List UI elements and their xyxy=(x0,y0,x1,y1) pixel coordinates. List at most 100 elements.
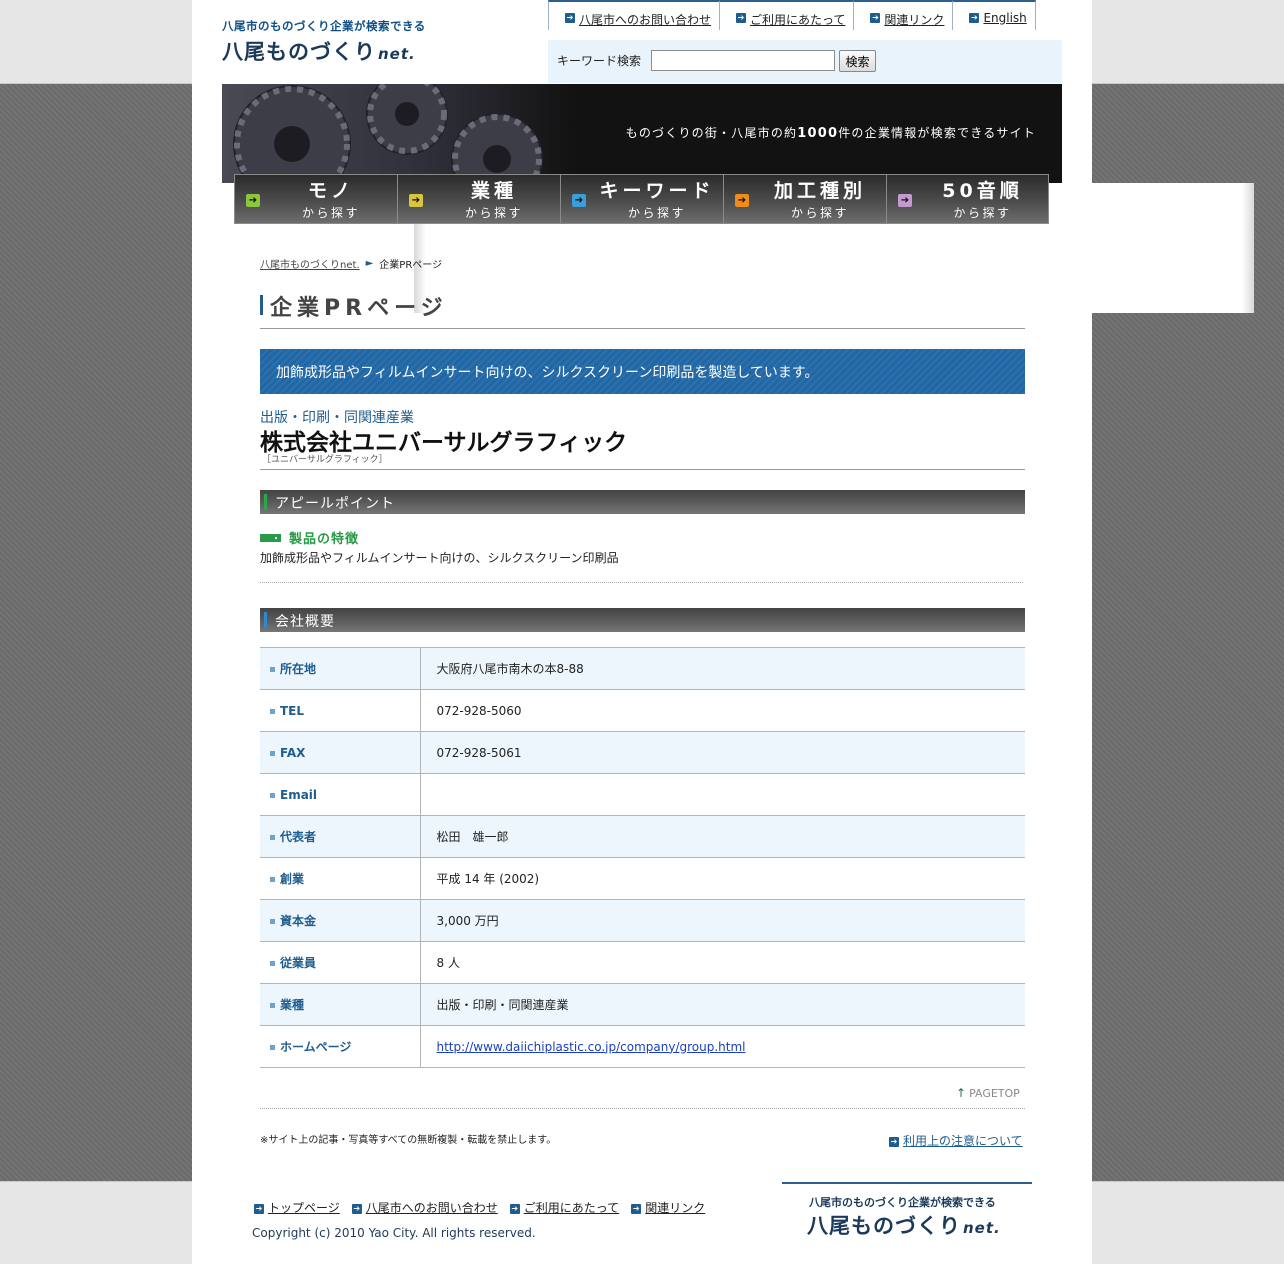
site-logo[interactable]: 八尾市のものづくり企業が検索できる 八尾ものづくり net. xyxy=(222,18,426,66)
row-label: ホームページ xyxy=(260,1025,421,1068)
row-value: 072-928-5060 xyxy=(420,689,1025,732)
footer-nav-contact-label: 八尾市へのお問い合わせ xyxy=(365,1201,498,1215)
hero-caption-number: 1000 xyxy=(797,126,839,141)
header-nav: ➔ 八尾市へのお問い合わせ ➔ ご利用にあたって ➔ 関連リンク ➔ English xyxy=(548,0,1036,30)
footer-copyright: Copyright (c) 2010 Yao City. All rights … xyxy=(252,1226,536,1240)
footer-logo[interactable]: 八尾市のものづくり企業が検索できる 八尾ものづくり net. xyxy=(782,1182,1032,1242)
row-value: 3,000 万円 xyxy=(420,899,1025,942)
category-tab-keyword-sublabel: から探す xyxy=(627,206,686,220)
row-label: 従業員 xyxy=(260,941,421,984)
footer-logo-wordmark: 八尾ものづくり net. xyxy=(807,1210,1001,1240)
footer-nav-top-label: トップページ xyxy=(268,1201,340,1215)
table-row: TEL 072-928-5060 xyxy=(260,689,1025,732)
footer-nav-top[interactable]: ➔ トップページ xyxy=(254,1199,340,1216)
category-tab-keyword-label: キーワード xyxy=(599,180,715,202)
heading-accent-mark xyxy=(264,612,267,628)
footer-nav-contact[interactable]: ➔ 八尾市へのお問い合わせ xyxy=(351,1199,498,1216)
terms-link[interactable]: ➔ 利用上の注意について xyxy=(889,1132,1023,1149)
category-tab-product-sublabel: から探す xyxy=(301,206,360,220)
arrow-right-icon: ➔ xyxy=(736,13,747,23)
row-value: http://www.daiichiplastic.co.jp/company/… xyxy=(420,1025,1025,1068)
feature-title-text: 製品の特徴 xyxy=(289,532,360,547)
arrow-right-icon: ➔ xyxy=(409,194,423,207)
footer-nav-usage[interactable]: ➔ ご利用にあたって xyxy=(509,1199,620,1216)
row-label: 代表者 xyxy=(260,815,421,858)
row-label: 業種 xyxy=(260,983,421,1026)
breadcrumb-home-link[interactable]: 八尾市ものづくりnet. xyxy=(260,256,360,271)
table-row: Email xyxy=(260,773,1025,816)
bullet-square-icon xyxy=(270,750,275,756)
feature-tag-icon xyxy=(260,533,281,542)
arrow-right-icon: ➔ xyxy=(509,1203,520,1214)
arrow-right-icon: ➔ xyxy=(565,13,575,23)
table-row: 創業 平成 14 年 (2002) xyxy=(260,857,1025,900)
row-label: 資本金 xyxy=(260,899,421,942)
company-overview-table: 所在地 大阪府八尾市南木の本8-88 TEL 072-928-5060 FAX … xyxy=(260,647,1025,1068)
pagetop-link[interactable]: ↑ PAGETOP xyxy=(956,1086,1020,1100)
bullet-square-icon xyxy=(270,961,275,966)
search-button[interactable]: 検索 xyxy=(839,50,876,72)
bullet-square-icon xyxy=(270,919,275,924)
table-row: 代表者 松田 雄一郎 xyxy=(260,815,1025,858)
feature-title: 製品の特徴 xyxy=(260,528,359,547)
category-tab-keyword[interactable]: ➔ キーワード から探す xyxy=(560,174,723,224)
dotted-divider xyxy=(260,582,1023,583)
row-label-text: ホームページ xyxy=(280,1040,352,1054)
bullet-square-icon xyxy=(270,708,275,714)
hero-caption-part2: 件の企業情報が検索できるサイト xyxy=(838,126,1036,140)
breadcrumb-separator-icon: ► xyxy=(365,258,374,269)
bullet-square-icon xyxy=(270,835,275,840)
hero-banner: ものづくりの街・八尾市の約1000件の企業情報が検索できるサイト xyxy=(222,84,1062,183)
arrow-right-icon: ➔ xyxy=(870,13,881,23)
search-input[interactable] xyxy=(651,50,835,71)
logo-net-text: net. xyxy=(378,45,416,63)
gears-illustration xyxy=(233,84,543,183)
category-tab-process[interactable]: ➔ 加工種別 から探す xyxy=(723,174,886,224)
appeal-heading-text: アピールポイント xyxy=(275,496,395,512)
header-nav-usage[interactable]: ➔ ご利用にあたって xyxy=(719,0,854,30)
arrow-up-icon: ↑ xyxy=(956,1086,967,1100)
footer-nav-usage-label: ご利用にあたって xyxy=(523,1201,620,1215)
arrow-right-icon: ➔ xyxy=(631,1203,642,1214)
header-nav-english[interactable]: ➔ English xyxy=(952,0,1036,30)
appeal-section-heading: アピールポイント xyxy=(260,490,1025,514)
bullet-square-icon xyxy=(270,792,275,798)
logo-wordmark: 八尾ものづくり net. xyxy=(222,36,426,66)
category-tab-kana[interactable]: ➔ 50音順 から探す xyxy=(886,174,1049,224)
page-container: 八尾市のものづくり企業が検索できる 八尾ものづくり net. ➔ 八尾市へのお問い合… xyxy=(192,0,1254,1264)
category-nav: ➔ モノ から探す ➔ 業種 から探す ➔ キーワード から探す ➔ 加工種別 … xyxy=(234,174,1050,224)
category-tab-product[interactable]: ➔ モノ から探す xyxy=(234,174,397,224)
arrow-right-icon: ➔ xyxy=(572,194,586,207)
header-nav-contact[interactable]: ➔ 八尾市へのお問い合わせ xyxy=(548,0,720,30)
header-nav-contact-label: 八尾市へのお問い合わせ xyxy=(579,13,712,27)
row-label-text: 業種 xyxy=(280,998,305,1012)
header-nav-links[interactable]: ➔ 関連リンク xyxy=(853,0,953,30)
row-value: 松田 雄一郎 xyxy=(420,815,1025,858)
category-tab-kana-label: 50音順 xyxy=(942,180,1023,202)
heading-accent-mark xyxy=(264,494,267,510)
table-row: 業種 出版・印刷・同関連産業 xyxy=(260,983,1025,1026)
row-label-text: Email xyxy=(280,787,318,802)
arrow-right-icon: ➔ xyxy=(969,13,980,23)
category-tab-process-sublabel: から探す xyxy=(790,206,849,220)
terms-link-label: 利用上の注意について xyxy=(903,1134,1023,1148)
row-value: 072-928-5061 xyxy=(420,731,1025,774)
arrow-right-icon: ➔ xyxy=(735,194,749,207)
footer-logo-net-text: net. xyxy=(963,1219,1001,1237)
table-row: 所在地 大阪府八尾市南木の本8-88 xyxy=(260,647,1025,690)
footer-nav-links[interactable]: ➔ 関連リンク xyxy=(631,1199,705,1216)
overview-section-heading: 会社概要 xyxy=(260,608,1025,632)
row-label: 創業 xyxy=(260,857,421,900)
row-label: 所在地 xyxy=(260,647,421,690)
copyright-notice: ※サイト上の記事・写真等すべての無断複製・転載を禁止します。 xyxy=(260,1135,557,1146)
company-kana: ［ユニバーサルグラフィック］ xyxy=(262,455,388,465)
row-label-text: 創業 xyxy=(280,872,305,886)
row-label-text: TEL xyxy=(280,703,305,718)
category-tab-industry[interactable]: ➔ 業種 から探す xyxy=(397,174,560,224)
footer-logo-main-text: 八尾ものづくり xyxy=(807,1214,961,1238)
arrow-right-icon: ➔ xyxy=(898,194,912,207)
row-label-text: 従業員 xyxy=(280,956,317,970)
bullet-square-icon xyxy=(270,877,275,882)
row-label: Email xyxy=(260,773,421,816)
homepage-link[interactable]: http://www.daiichiplastic.co.jp/company/… xyxy=(437,1040,746,1054)
